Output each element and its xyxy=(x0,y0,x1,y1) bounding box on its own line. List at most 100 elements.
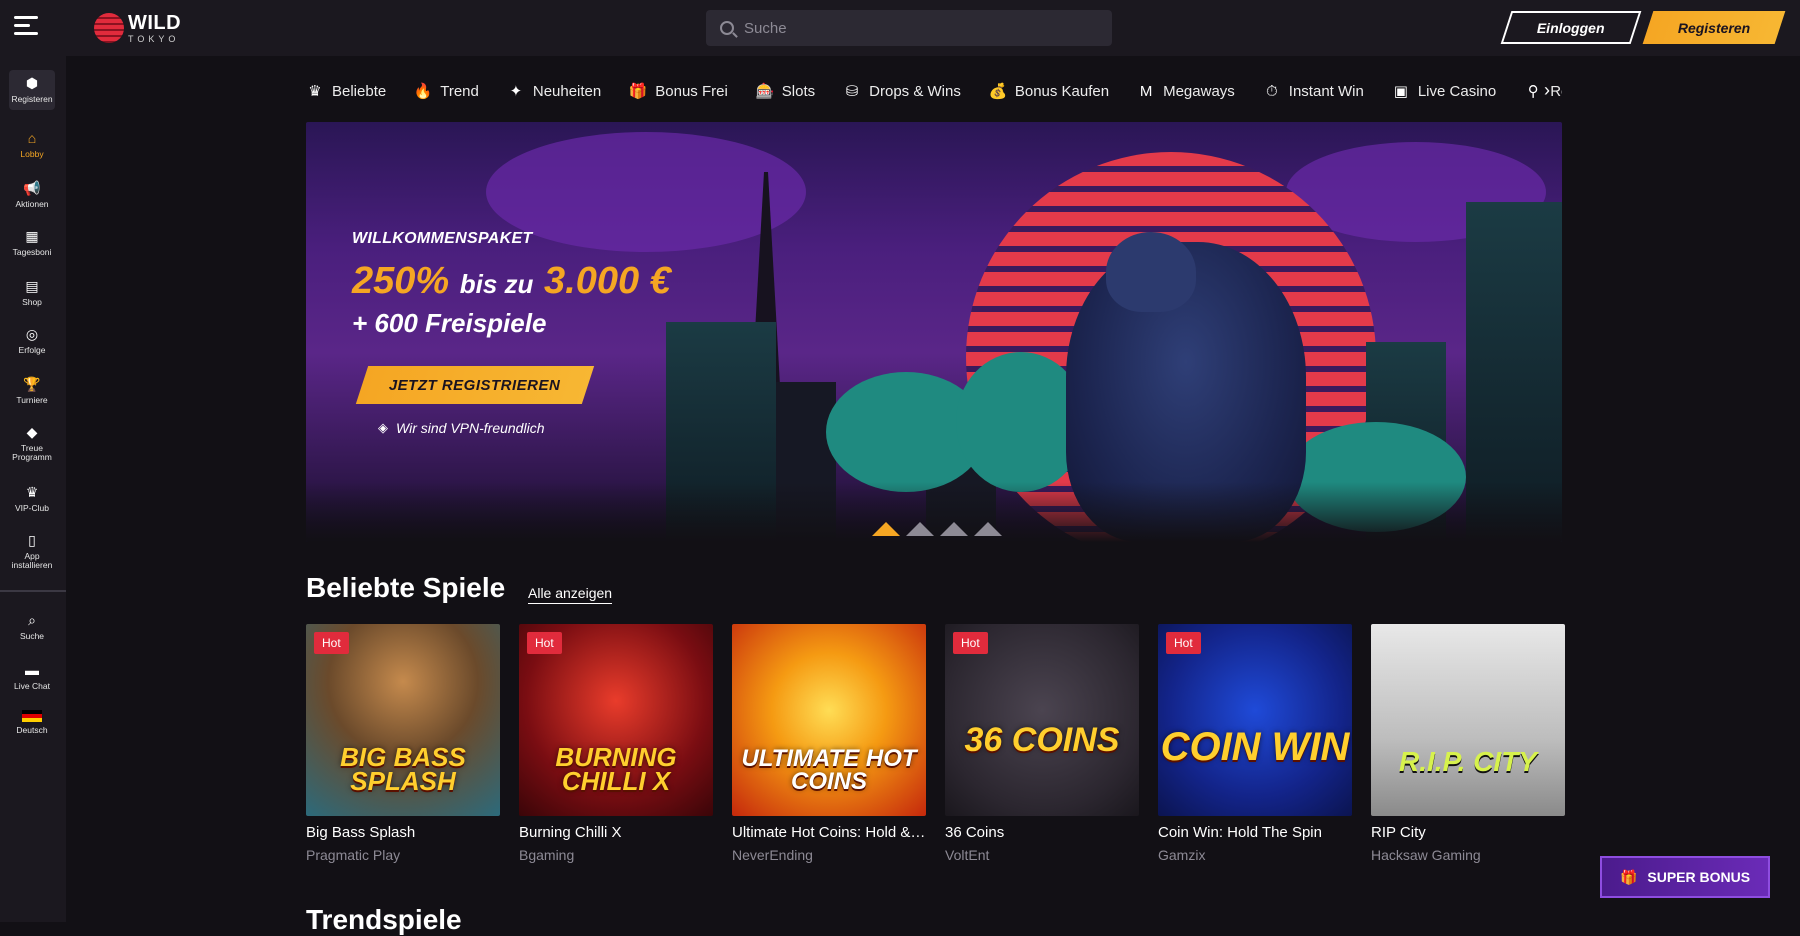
game-card[interactable]: R.I.P. CITY RIP City Hacksaw Gaming xyxy=(1371,624,1565,863)
gorilla-head-illustration xyxy=(1106,232,1196,312)
category-label: Drops & Wins xyxy=(869,82,961,100)
sidebar-item-suche[interactable]: ⌕ Suche xyxy=(9,612,55,641)
category-label: Roulette xyxy=(1550,82,1562,100)
game-thumbnail[interactable]: R.I.P. CITY xyxy=(1371,624,1565,816)
game-card[interactable]: Hot 36 COINS 36 Coins VoltEnt xyxy=(945,624,1139,863)
calendar-icon: ▦ xyxy=(25,228,39,244)
mask-icon: ◈ xyxy=(378,420,388,435)
game-card[interactable]: Hot BURNING CHILLI X Burning Chilli X Bg… xyxy=(519,624,713,863)
chevron-right-icon[interactable]: › xyxy=(1544,80,1550,101)
vpn-note: ◈ Wir sind VPN-freundlich xyxy=(378,420,544,436)
logo[interactable]: WILD TOKYO xyxy=(94,12,181,44)
hero-headline: 250% bis zu 3.000 € xyxy=(352,260,671,303)
search-icon xyxy=(720,21,734,35)
sidebar-item-label: Turniere xyxy=(16,395,48,405)
flag-de-icon xyxy=(22,710,42,722)
category-trend[interactable]: 🔥 Trend xyxy=(413,82,479,101)
category-live-casino[interactable]: ▣ Live Casino xyxy=(1392,82,1496,101)
category-bonus-kaufen[interactable]: 💰 Bonus Kaufen xyxy=(989,82,1110,101)
sidebar-item-erfolge[interactable]: ◎ Erfolge xyxy=(9,326,55,355)
flame-icon: 🔥 xyxy=(413,83,433,100)
sidebar-item-tagesboni[interactable]: ▦ Tagesboni xyxy=(9,228,55,257)
game-name[interactable]: RIP City xyxy=(1371,824,1565,841)
sparkle-icon: ✦ xyxy=(509,83,523,100)
game-name[interactable]: Big Bass Splash xyxy=(306,824,500,841)
login-button[interactable]: Einloggen xyxy=(1500,11,1642,44)
search-icon: ⌕ xyxy=(28,612,36,628)
game-name[interactable]: 36 Coins xyxy=(945,824,1139,841)
category-label: Bonus Kaufen xyxy=(1014,82,1110,100)
carousel-dot[interactable] xyxy=(974,522,1002,536)
game-card[interactable]: Hot COIN WIN Coin Win: Hold The Spin Gam… xyxy=(1158,624,1352,863)
home-icon: ⌂ xyxy=(27,130,37,146)
game-thumbnail[interactable]: ULTIMATE HOT COINS xyxy=(732,624,926,816)
crown-icon: ♛ xyxy=(25,484,39,500)
game-thumbnail[interactable]: Hot BIG BASS SPLASH xyxy=(306,624,500,816)
game-art-title: BURNING CHILLI X xyxy=(555,741,677,797)
game-art-title: ULTIMATE HOT COINS xyxy=(741,745,917,796)
hero-cta-label: JETZT REGISTRIEREN xyxy=(389,376,561,394)
game-name[interactable]: Burning Chilli X xyxy=(519,824,713,841)
user-icon: ⬢ xyxy=(25,75,39,92)
search-bar[interactable] xyxy=(706,10,1112,46)
category-bonus-frei[interactable]: 🎁 Bonus Frei xyxy=(628,82,728,101)
game-card[interactable]: Hot BIG BASS SPLASH Big Bass Splash Prag… xyxy=(306,624,500,863)
hero-register-button[interactable]: JETZT REGISTRIEREN xyxy=(355,366,595,404)
shop-icon: ▤ xyxy=(25,278,39,294)
gift-icon: 🎁 xyxy=(628,83,648,100)
register-button[interactable]: Registeren xyxy=(1642,11,1786,44)
game-art-title: 36 COINS xyxy=(964,720,1120,759)
phone-icon: ▯ xyxy=(28,532,36,548)
hero-banner[interactable]: WILLKOMMENSPAKET 250% bis zu 3.000 € + 6… xyxy=(306,122,1562,542)
hero-amount: 3.000 € xyxy=(544,260,671,302)
sidebar-item-label: App installieren xyxy=(11,551,53,571)
dealer-icon: ▣ xyxy=(1393,83,1408,100)
sidebar-item-label: Erfolge xyxy=(18,345,46,355)
game-name[interactable]: Coin Win: Hold The Spin xyxy=(1158,824,1352,841)
hero-middle: bis zu xyxy=(459,269,534,299)
sidebar-item-app-installieren[interactable]: ▯ App installieren xyxy=(9,532,55,571)
sidebar-item-label: Aktionen xyxy=(15,199,49,209)
game-thumbnail[interactable]: Hot COIN WIN xyxy=(1158,624,1352,816)
logo-sub-text: TOKYO xyxy=(128,33,180,44)
carousel-dot[interactable] xyxy=(906,522,934,536)
game-name[interactable]: Ultimate Hot Coins: Hold & ... xyxy=(732,824,926,841)
carousel-dot[interactable] xyxy=(872,522,900,536)
show-all-link[interactable]: Alle anzeigen xyxy=(528,585,613,604)
sidebar-item-language[interactable]: Deutsch xyxy=(9,710,55,735)
sidebar-item-live-chat[interactable]: ▬ Live Chat xyxy=(9,662,55,691)
sidebar-item-label: VIP-Club xyxy=(14,503,49,513)
sidebar-item-label: Deutsch xyxy=(16,725,48,735)
game-thumbnail[interactable]: Hot BURNING CHILLI X xyxy=(519,624,713,816)
carousel-dot[interactable] xyxy=(940,522,968,536)
category-megaways[interactable]: M Megaways xyxy=(1137,82,1235,100)
search-input[interactable] xyxy=(744,19,1084,37)
game-provider: Pragmatic Play xyxy=(306,847,401,863)
category-slots[interactable]: 🎰 Slots xyxy=(755,82,815,101)
category-drops-wins[interactable]: ⛁ Drops & Wins xyxy=(843,82,961,101)
diamond-icon: ◆ xyxy=(26,424,38,440)
sidebar-item-treue-programm[interactable]: ◆ Treue Programm xyxy=(9,424,55,463)
sidebar-item-lobby[interactable]: ⌂ Lobby xyxy=(9,130,55,159)
sidebar-item-vip-club[interactable]: ♛ VIP-Club xyxy=(9,484,55,513)
game-thumbnail[interactable]: Hot 36 COINS xyxy=(945,624,1139,816)
sidebar-item-shop[interactable]: ▤ Shop xyxy=(9,278,55,307)
category-beliebte[interactable]: ♛ Beliebte xyxy=(306,82,387,101)
game-provider: Bgaming xyxy=(519,847,575,863)
sidebar-item-aktionen[interactable]: 📢 Aktionen xyxy=(9,180,55,209)
logo-main-text: WILD xyxy=(128,11,182,34)
sidebar-divider xyxy=(0,590,66,592)
game-card[interactable]: ULTIMATE HOT COINS Ultimate Hot Coins: H… xyxy=(732,624,926,863)
sidebar-item-register[interactable]: ⬢ Registeren xyxy=(9,70,55,110)
category-label: Beliebte xyxy=(332,82,387,100)
trophy-icon: 🏆 xyxy=(23,376,41,392)
coins-icon: ⛁ xyxy=(845,83,859,100)
top-header: WILD TOKYO Einloggen Registeren xyxy=(0,0,1800,56)
category-neuheiten[interactable]: ✦ Neuheiten xyxy=(507,82,602,101)
category-instant-win[interactable]: ⏱ Instant Win xyxy=(1263,82,1364,100)
category-label: Neuheiten xyxy=(532,82,602,100)
menu-icon[interactable] xyxy=(14,16,38,38)
sidebar-item-label: Live Chat xyxy=(14,681,50,691)
sidebar-item-turniere[interactable]: 🏆 Turniere xyxy=(9,376,55,405)
super-bonus-button[interactable]: 🎁 SUPER BONUS xyxy=(1600,856,1770,898)
